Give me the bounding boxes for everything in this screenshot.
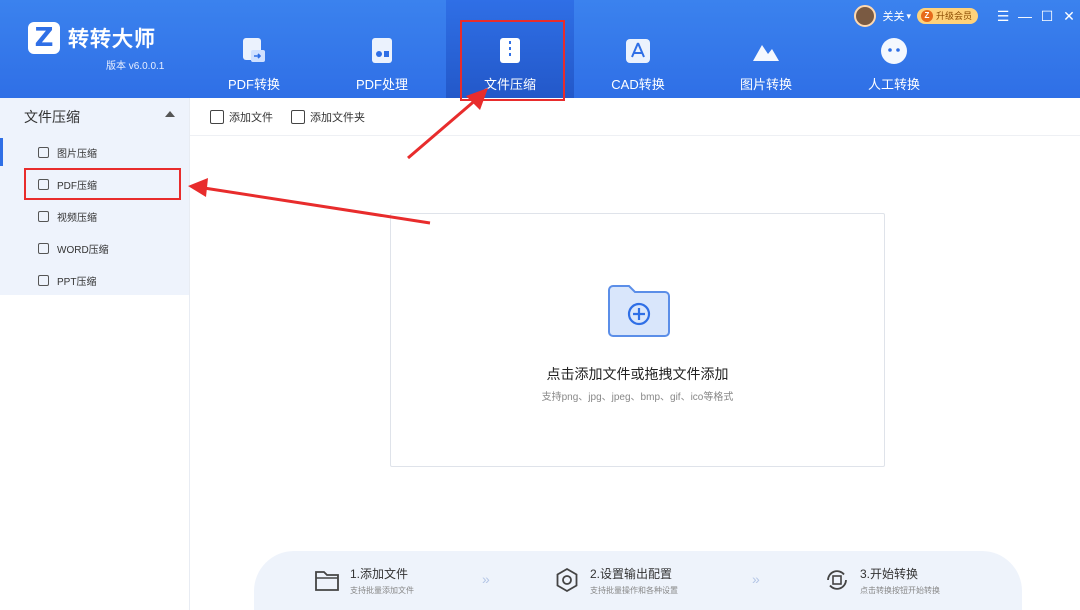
add-folder-icon [291, 109, 305, 124]
tab-image-convert[interactable]: 图片转换 [702, 0, 830, 98]
sidebar-section-title: 文件压缩 [24, 109, 80, 125]
sidebar-item-label: 视频压缩 [57, 212, 97, 224]
convert-icon [827, 570, 847, 590]
vip-label: 升级会员 [935, 11, 972, 21]
sidebar-list: 图片压缩 PDF压缩 视频压缩 WORD压缩 PPT压缩 [0, 136, 189, 295]
header-right: 关关 ▾ Z 升级会员 ☰ — ☐ ✕ [854, 4, 1080, 28]
tab-label: CAD转换 [611, 77, 665, 92]
sidebar-item-label: 图片压缩 [57, 148, 97, 160]
tab-cad-convert[interactable]: CAD转换 [574, 0, 702, 98]
chevron-down-icon[interactable]: ▾ [906, 11, 911, 22]
cad-icon [626, 39, 650, 63]
tab-pdf-process[interactable]: PDF处理 [318, 0, 446, 98]
step-subtitle: 支持批量操作和各种设置 [590, 586, 678, 595]
app-logo-icon: Z [28, 22, 60, 54]
main-nav: PDF转换 PDF处理 文件压缩 CAD转换 图片转换 人工转换 [190, 0, 958, 98]
add-folder-plus-icon [608, 285, 670, 337]
pdf-icon [38, 178, 49, 190]
menu-icon[interactable]: ☰ [992, 8, 1014, 25]
step-output-config: 2.设置输出配置 支持批量操作和各种设置 [554, 565, 678, 596]
drop-zone-title: 点击添加文件或拖拽文件添加 [546, 366, 729, 382]
close-icon[interactable]: ✕ [1058, 8, 1080, 25]
add-folder-label: 添加文件夹 [310, 111, 365, 124]
user-name[interactable]: 关关 [882, 8, 904, 24]
minimize-icon[interactable]: — [1014, 8, 1036, 24]
pdf-convert-icon [243, 38, 265, 62]
settings-icon [556, 567, 578, 593]
sidebar-item-image-compress[interactable]: 图片压缩 [0, 136, 189, 168]
step-start-convert: 3.开始转换 点击转换按钮开始转换 [824, 565, 940, 596]
collapse-arrow-icon[interactable] [165, 111, 175, 117]
sidebar-item-word-compress[interactable]: WORD压缩 [0, 232, 189, 264]
annotation-box [460, 20, 565, 101]
tab-pdf-convert[interactable]: PDF转换 [190, 0, 318, 98]
chevron-right-icon: » [752, 571, 760, 587]
file-drop-zone[interactable]: 点击添加文件或拖拽文件添加 支持png、jpg、jpeg、bmp、gif、ico… [390, 213, 885, 467]
step-title: 3.开始转换 [860, 567, 919, 581]
chevron-right-icon: » [482, 571, 490, 587]
app-name: 转转大师 [68, 28, 156, 51]
step-title: 2.设置输出配置 [590, 567, 673, 581]
add-file-icon [210, 109, 224, 124]
sidebar-item-pdf-compress[interactable]: PDF压缩 [24, 168, 181, 200]
app-window: Z 转转大师 版本 v6.0.0.1 PDF转换 PDF处理 文件压缩 CAD转… [0, 0, 1080, 610]
manual-convert-icon [881, 38, 907, 64]
maximize-icon[interactable]: ☐ [1036, 8, 1058, 25]
sidebar-item-label: WORD压缩 [57, 244, 109, 256]
sidebar-item-label: PPT压缩 [57, 276, 97, 288]
vip-logo-icon: Z [920, 10, 933, 22]
brand: Z 转转大师 [28, 22, 156, 54]
add-file-button[interactable]: 添加文件 [210, 109, 273, 125]
ppt-icon [38, 274, 49, 286]
upgrade-vip-button[interactable]: Z 升级会员 [916, 8, 978, 24]
steps-bar: 1.添加文件 支持批量添加文件 » 2.设置输出配置 支持批量操作和各种设置 »… [254, 551, 1022, 610]
tab-label: PDF处理 [355, 77, 408, 92]
app-version: 版本 v6.0.0.1 [106, 61, 165, 72]
toolbar: 添加文件 添加文件夹 [190, 98, 1080, 136]
step-subtitle: 支持批量添加文件 [350, 586, 414, 595]
video-icon [38, 210, 49, 222]
word-icon [38, 242, 49, 254]
step-title: 1.添加文件 [350, 567, 409, 581]
pdf-process-icon [372, 38, 392, 63]
sidebar-section-header[interactable]: 文件压缩 [0, 98, 189, 136]
avatar[interactable] [854, 5, 877, 27]
image-icon [38, 146, 49, 158]
add-file-label: 添加文件 [229, 111, 273, 124]
step-subtitle: 点击转换按钮开始转换 [860, 586, 940, 595]
folder-icon [315, 571, 339, 591]
image-convert-icon [753, 45, 779, 61]
sidebar: 文件压缩 图片压缩 PDF压缩 视频压缩 WORD压缩 PPT压缩 [0, 98, 190, 610]
tab-label: 图片转换 [739, 77, 792, 92]
step-add-file: 1.添加文件 支持批量添加文件 [314, 565, 414, 596]
drop-zone-subtitle: 支持png、jpg、jpeg、bmp、gif、ico等格式 [541, 392, 734, 403]
tab-label: PDF转换 [227, 77, 280, 92]
sidebar-item-label: PDF压缩 [57, 180, 97, 192]
sidebar-item-video-compress[interactable]: 视频压缩 [0, 200, 189, 232]
tab-label: 人工转换 [867, 77, 920, 92]
sidebar-item-ppt-compress[interactable]: PPT压缩 [0, 264, 189, 296]
add-folder-button[interactable]: 添加文件夹 [291, 109, 365, 125]
